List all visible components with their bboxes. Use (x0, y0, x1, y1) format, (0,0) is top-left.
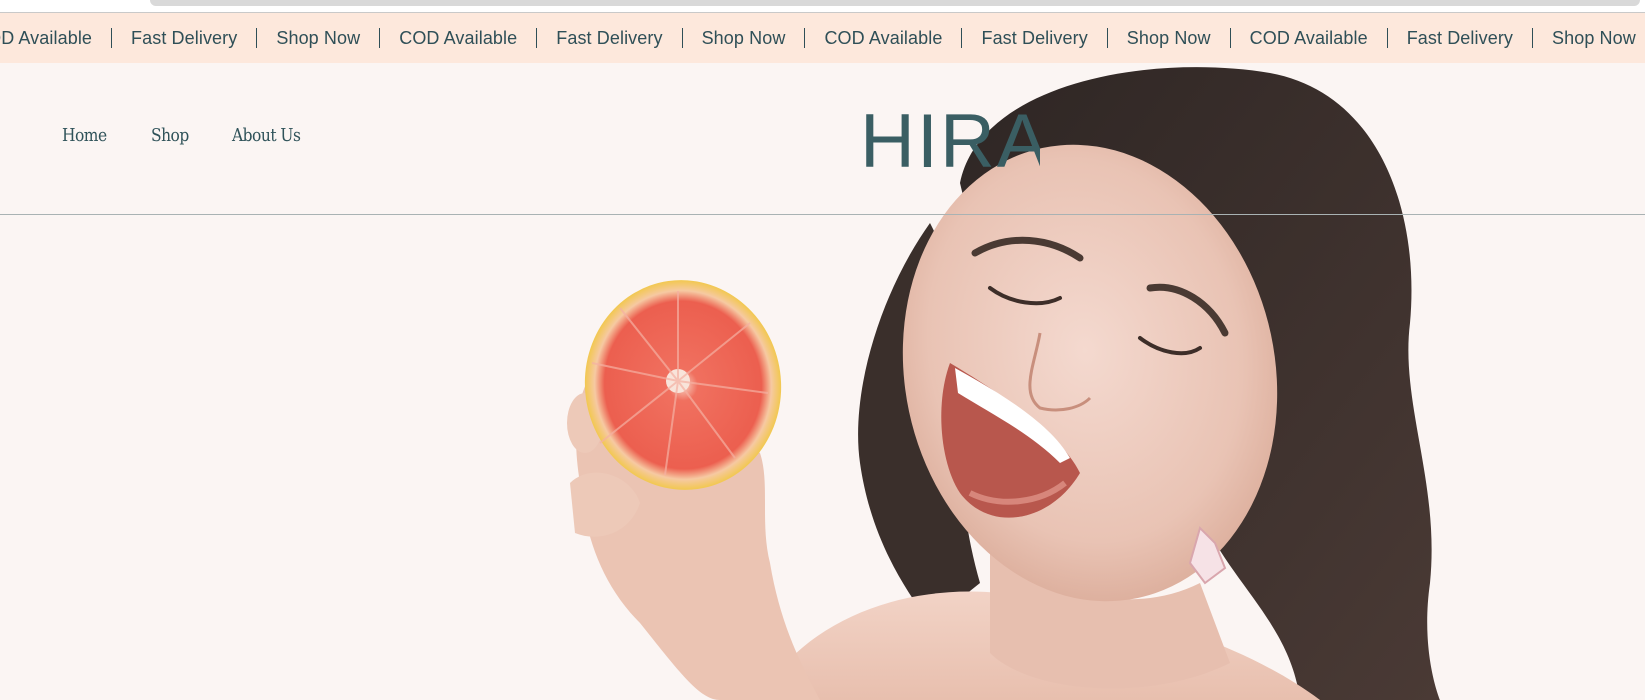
announcement-bar: COD Available Fast Delivery Shop Now COD Av… (0, 13, 1645, 63)
announcement-text: Shop Now (1126, 27, 1211, 48)
announcement-item: Fast Delivery (537, 27, 683, 49)
brand-logo[interactable]: HIRA (860, 107, 1040, 169)
nav-about-us-link[interactable]: About Us (232, 125, 301, 146)
announcement-text: COD Available (1249, 27, 1368, 48)
announcement-text: Fast Delivery (556, 27, 663, 48)
announcement-text: Fast Delivery (131, 27, 238, 48)
site-header: Home Shop About Us HIRA (0, 63, 1645, 215)
announcement-item: Fast Delivery (962, 27, 1108, 49)
horizontal-scrollbar[interactable] (150, 0, 1640, 6)
announcement-text: COD Available (824, 27, 943, 48)
announcement-text: Shop Now (1552, 27, 1636, 48)
announcement-text: COD Available (399, 27, 518, 48)
main-nav: Home Shop About Us (62, 125, 348, 146)
announcement-track: COD Available Fast Delivery Shop Now COD Av… (0, 13, 1645, 63)
announcement-item: COD Available (380, 27, 538, 49)
announcement-item: Fast Delivery (1388, 27, 1534, 49)
announcement-text: Fast Delivery (1406, 27, 1514, 48)
nav-home-link[interactable]: Home (62, 125, 107, 146)
announcement-text: COD Available (0, 27, 93, 48)
announcement-item: COD Available (1231, 28, 1388, 49)
browser-top-strip (0, 0, 1645, 13)
announcement-text: Shop Now (701, 27, 786, 48)
announcement-item: Shop Now (683, 28, 806, 49)
announcement-text: Fast Delivery (981, 27, 1088, 48)
logo-wordmark: HIRA (860, 107, 1040, 169)
announcement-item: COD Available (0, 27, 113, 49)
announcement-item: Fast Delivery (112, 27, 258, 49)
nav-shop-link[interactable]: Shop (151, 125, 189, 146)
announcement-item: Shop Now (1108, 28, 1231, 49)
announcement-item: COD Available (805, 27, 963, 49)
announcement-item: Shop Now (257, 27, 381, 49)
announcement-text: Shop Now (276, 27, 361, 48)
announcement-item: Shop Now (1533, 28, 1645, 49)
